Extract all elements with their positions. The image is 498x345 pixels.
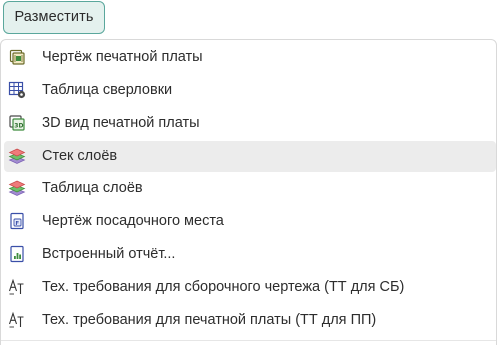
menu-item-label: Тех. требования для сборочного чертежа (… xyxy=(42,279,405,295)
layer-stack-icon xyxy=(8,147,26,165)
svg-text:3D: 3D xyxy=(14,122,23,129)
menu-item-pcb-3d-view[interactable]: 3D 3D вид печатной платы xyxy=(4,108,496,139)
place-menu-screen: Разместить Чертёж печатной платы Таблица… xyxy=(0,0,498,345)
svg-text:F: F xyxy=(15,221,19,227)
menu-item-tech-req-pcb[interactable]: Тех. требования для печатной платы (ТТ д… xyxy=(4,305,496,336)
menu-item-label: Встроенный отчёт... xyxy=(42,246,176,262)
embedded-report-icon xyxy=(8,245,26,263)
menu-item-layer-table[interactable]: Таблица слоёв xyxy=(4,173,496,204)
menu-item-pcb-drawing[interactable]: Чертёж печатной платы xyxy=(4,42,496,73)
tech-requirements-icon xyxy=(8,311,26,329)
menu-divider xyxy=(1,340,496,341)
tech-requirements-icon xyxy=(8,278,26,296)
menu-item-label: Чертёж посадочного места xyxy=(42,213,224,229)
menu-item-label: Таблица сверловки xyxy=(42,82,173,98)
menu-item-label: Чертёж печатной платы xyxy=(42,49,203,65)
place-button[interactable]: Разместить xyxy=(3,1,105,34)
menu-item-footprint-drawing[interactable]: F Чертёж посадочного места xyxy=(4,206,496,237)
place-dropdown-menu: Чертёж печатной платы Таблица сверловки xyxy=(0,39,497,345)
menu-item-tech-req-assembly[interactable]: Тех. требования для сборочного чертежа (… xyxy=(4,272,496,303)
menu-item-embedded-report[interactable]: Встроенный отчёт... xyxy=(4,239,496,270)
drill-table-icon xyxy=(8,81,26,99)
pcb-drawing-icon xyxy=(8,48,26,66)
menu-item-layer-stack[interactable]: Стек слоёв xyxy=(4,141,496,172)
layer-table-icon xyxy=(8,179,26,197)
menu-item-drill-table[interactable]: Таблица сверловки xyxy=(4,75,496,106)
menu-item-label: Таблица слоёв xyxy=(42,180,143,196)
footprint-drawing-icon: F xyxy=(8,212,26,230)
pcb-3d-view-icon: 3D xyxy=(8,114,26,132)
menu-item-label: Тех. требования для печатной платы (ТТ д… xyxy=(42,312,377,328)
menu-item-label: Стек слоёв xyxy=(42,148,118,164)
menu-item-label: 3D вид печатной платы xyxy=(42,115,200,131)
